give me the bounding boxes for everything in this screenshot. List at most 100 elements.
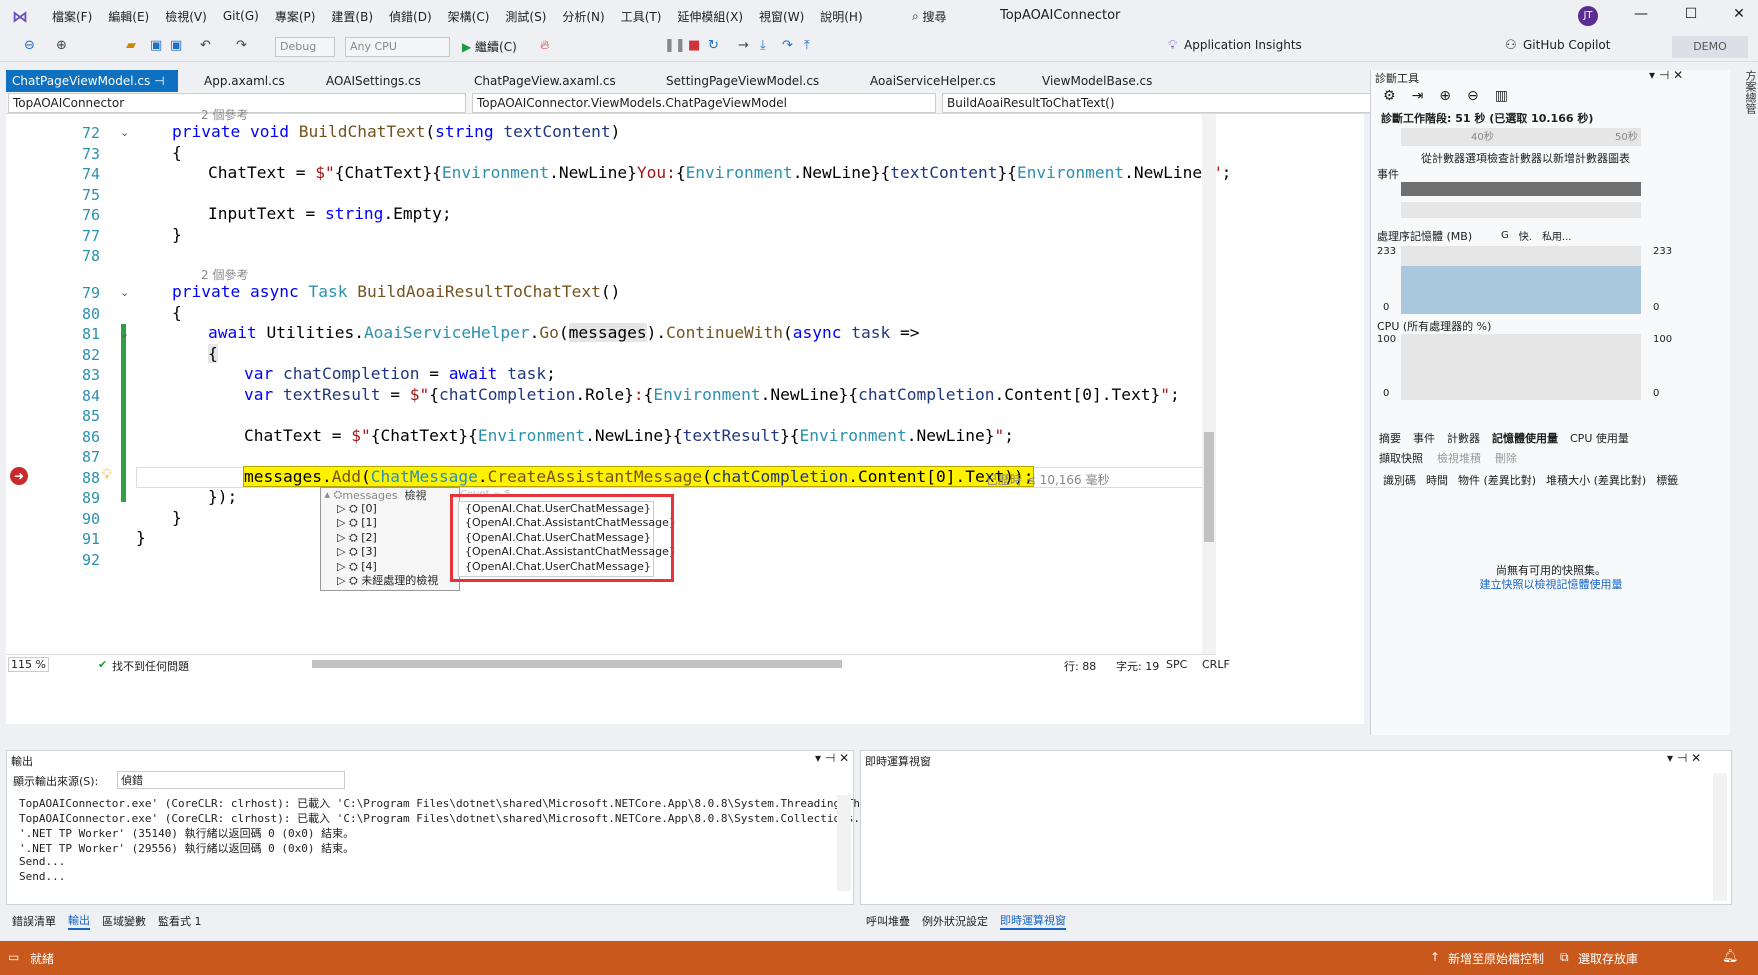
issues-label[interactable]: 找不到任何問題 xyxy=(112,658,189,674)
tab-call-stack[interactable]: 呼叫堆疊 xyxy=(866,913,910,929)
spc-indicator[interactable]: SPC xyxy=(1166,658,1187,671)
reference-count[interactable]: 2 個參考 xyxy=(201,106,248,123)
tab-settingpageviewmodel[interactable]: SettingPageViewModel.cs xyxy=(660,70,825,92)
timeline-ruler[interactable] xyxy=(1401,128,1641,146)
stop-icon[interactable]: ■ xyxy=(688,38,700,53)
menu-edit[interactable]: 編輯(E) xyxy=(100,8,157,25)
col-id[interactable]: 識別碼 xyxy=(1383,472,1416,488)
collapse-icon[interactable]: ⌄ xyxy=(120,126,129,139)
platform-select[interactable]: Any CPU xyxy=(345,37,450,57)
datatip-item[interactable]: ▷ ⛭ [3] xyxy=(337,545,459,559)
menu-debug[interactable]: 偵錯(D) xyxy=(381,8,440,25)
step-into-icon[interactable]: ⤓ xyxy=(760,38,766,53)
redo-icon[interactable]: ↷ xyxy=(236,38,247,53)
close-icon[interactable]: ✕ xyxy=(1724,6,1754,22)
counter-hint[interactable]: 從計數器選項檢查計數器以新增計數器圖表 xyxy=(1421,150,1630,166)
minimize-icon[interactable]: — xyxy=(1626,6,1656,22)
collapse-icon[interactable]: ⌄ xyxy=(120,327,129,340)
tab-chatpageviewmodel[interactable]: ChatPageViewModel.cs ⊣ ✕ xyxy=(6,70,178,110)
view-heap-button[interactable]: 檢視堆積 xyxy=(1437,450,1481,466)
continue-button[interactable]: ▶ 繼續(C) xyxy=(462,38,517,55)
menu-project[interactable]: 專案(P) xyxy=(267,8,324,25)
maximize-icon[interactable]: ☐ xyxy=(1676,6,1706,22)
menu-build[interactable]: 建置(B) xyxy=(323,8,381,25)
tab-aoaisettings[interactable]: AOAISettings.cs xyxy=(320,70,427,92)
tab-cpu[interactable]: CPU 使用量 xyxy=(1570,430,1629,446)
menu-git[interactable]: Git(G) xyxy=(215,9,267,23)
crlf-indicator[interactable]: CRLF xyxy=(1202,658,1230,671)
back-icon[interactable]: ⊖ xyxy=(24,38,35,53)
tab-aoaiservicehelper[interactable]: AoaiServiceHelper.cs xyxy=(864,70,1002,92)
tab-exception-settings[interactable]: 例外狀況設定 xyxy=(922,913,988,929)
class-select[interactable]: TopAOAIConnector.ViewModels.ChatPageView… xyxy=(472,93,936,113)
forward-icon[interactable]: ⊕ xyxy=(56,38,67,53)
memory-chart[interactable] xyxy=(1401,246,1641,314)
tab-memory[interactable]: 記憶體使用量 xyxy=(1492,430,1558,446)
zoom-in-icon[interactable]: ⊕ xyxy=(1439,88,1451,104)
avatar[interactable]: JT xyxy=(1578,6,1598,26)
gear-icon[interactable]: ⚙ xyxy=(1383,88,1396,104)
create-snapshot-link[interactable]: 建立快照以檢視記憶體使用量 xyxy=(1371,576,1731,592)
col-objects[interactable]: 物件 (差異比對) xyxy=(1458,472,1536,488)
solution-explorer-tab[interactable]: 方案總管 xyxy=(1740,70,1758,190)
undo-icon[interactable]: ↶ xyxy=(200,38,211,53)
breakpoint-arrow-icon[interactable]: ➜ xyxy=(10,467,28,485)
output-scrollbar[interactable] xyxy=(837,795,851,891)
menu-tools[interactable]: 工具(T) xyxy=(613,8,670,25)
menu-help[interactable]: 說明(H) xyxy=(812,8,870,25)
datatip-item[interactable]: ▷ ⛭ [0] xyxy=(337,502,459,516)
view-button[interactable]: 檢視 xyxy=(405,487,427,503)
menu-view[interactable]: 檢視(V) xyxy=(157,8,215,25)
hot-reload-icon[interactable]: 🔥︎ xyxy=(540,38,550,53)
collapse-icon[interactable]: ⌄ xyxy=(120,286,129,299)
events-markers[interactable] xyxy=(1401,202,1641,218)
output-source-select[interactable]: 偵錯 xyxy=(117,771,345,789)
col-time[interactable]: 時間 xyxy=(1426,472,1448,488)
immediate-window[interactable]: 即時運算視窗 ▾ ⊣ ✕ xyxy=(860,750,1732,905)
bell-icon[interactable]: 🔔︎ xyxy=(1722,949,1739,964)
step-over-icon[interactable]: ↷ xyxy=(782,38,793,53)
save-all-icon[interactable]: ▣ xyxy=(170,38,182,53)
notification-icon[interactable]: ▭ xyxy=(8,950,19,964)
immediate-scrollbar[interactable] xyxy=(1713,773,1727,901)
panel-controls-icon[interactable]: ▾ ⊣ ✕ xyxy=(815,751,849,765)
tab-locals[interactable]: 區域變數 xyxy=(102,913,146,929)
vertical-scrollbar[interactable] xyxy=(1202,114,1216,654)
menu-test[interactable]: 測試(S) xyxy=(497,8,554,25)
tab-app-axaml[interactable]: App.axaml.cs xyxy=(198,70,291,92)
tab-events[interactable]: 事件 xyxy=(1413,430,1435,446)
cpu-chart[interactable] xyxy=(1401,334,1641,400)
datatip[interactable]: ▴ ⛭ messages 檢視 ▷ ⛭ [0] ▷ ⛭ [1] ▷ ⛭ [2] … xyxy=(320,487,460,591)
datatip-raw-view[interactable]: ▷ ⛭ 未經處理的檢視 xyxy=(337,574,459,588)
show-next-statement-icon[interactable]: → xyxy=(738,38,749,53)
chart-icon[interactable]: ▥ xyxy=(1495,88,1508,104)
zoom-out-icon[interactable]: ⊖ xyxy=(1467,88,1479,104)
menu-window[interactable]: 視窗(W) xyxy=(751,8,812,25)
add-source-control-button[interactable]: 新增至原始檔控制 xyxy=(1448,950,1544,967)
config-select[interactable]: Debug xyxy=(275,37,335,57)
events-bar[interactable] xyxy=(1401,182,1641,196)
step-out-icon[interactable]: ⤒ xyxy=(804,38,810,53)
menu-extensions[interactable]: 延伸模組(X) xyxy=(669,8,751,25)
tab-summary[interactable]: 摘要 xyxy=(1379,430,1401,446)
zoom-select[interactable]: 115 % xyxy=(8,657,49,672)
pause-icon[interactable]: ❚❚ xyxy=(664,38,686,53)
horizontal-scrollbar[interactable] xyxy=(312,660,842,668)
datatip-item[interactable]: ▷ ⛭ [4] xyxy=(337,560,459,574)
select-repo-button[interactable]: 選取存放庫 xyxy=(1578,950,1638,967)
menu-arch[interactable]: 架構(C) xyxy=(440,8,498,25)
tab-error-list[interactable]: 錯誤清單 xyxy=(12,913,56,929)
tab-counters[interactable]: 計數器 xyxy=(1447,430,1480,446)
tab-output[interactable]: 輸出 xyxy=(68,912,90,930)
take-snapshot-button[interactable]: 擷取快照 xyxy=(1379,450,1423,466)
method-select[interactable]: BuildAoaiResultToChatText() xyxy=(942,93,1394,113)
export-icon[interactable]: ⇥ xyxy=(1412,88,1424,104)
tab-watch[interactable]: 監看式 1 xyxy=(158,913,202,929)
panel-controls-icon[interactable]: ▾ ⊣ ✕ xyxy=(1667,751,1701,765)
reference-count[interactable]: 2 個參考 xyxy=(201,266,248,283)
panel-controls-icon[interactable]: ▾ ⊣ ✕ xyxy=(1649,68,1683,82)
quick-action-lightbulb-icon[interactable]: 💡︎ xyxy=(102,467,112,483)
datatip-item[interactable]: ▷ ⛭ [2] xyxy=(337,531,459,545)
copilot-button[interactable]: GitHub Copilot xyxy=(1523,38,1610,52)
delete-button[interactable]: 刪除 xyxy=(1495,450,1517,466)
